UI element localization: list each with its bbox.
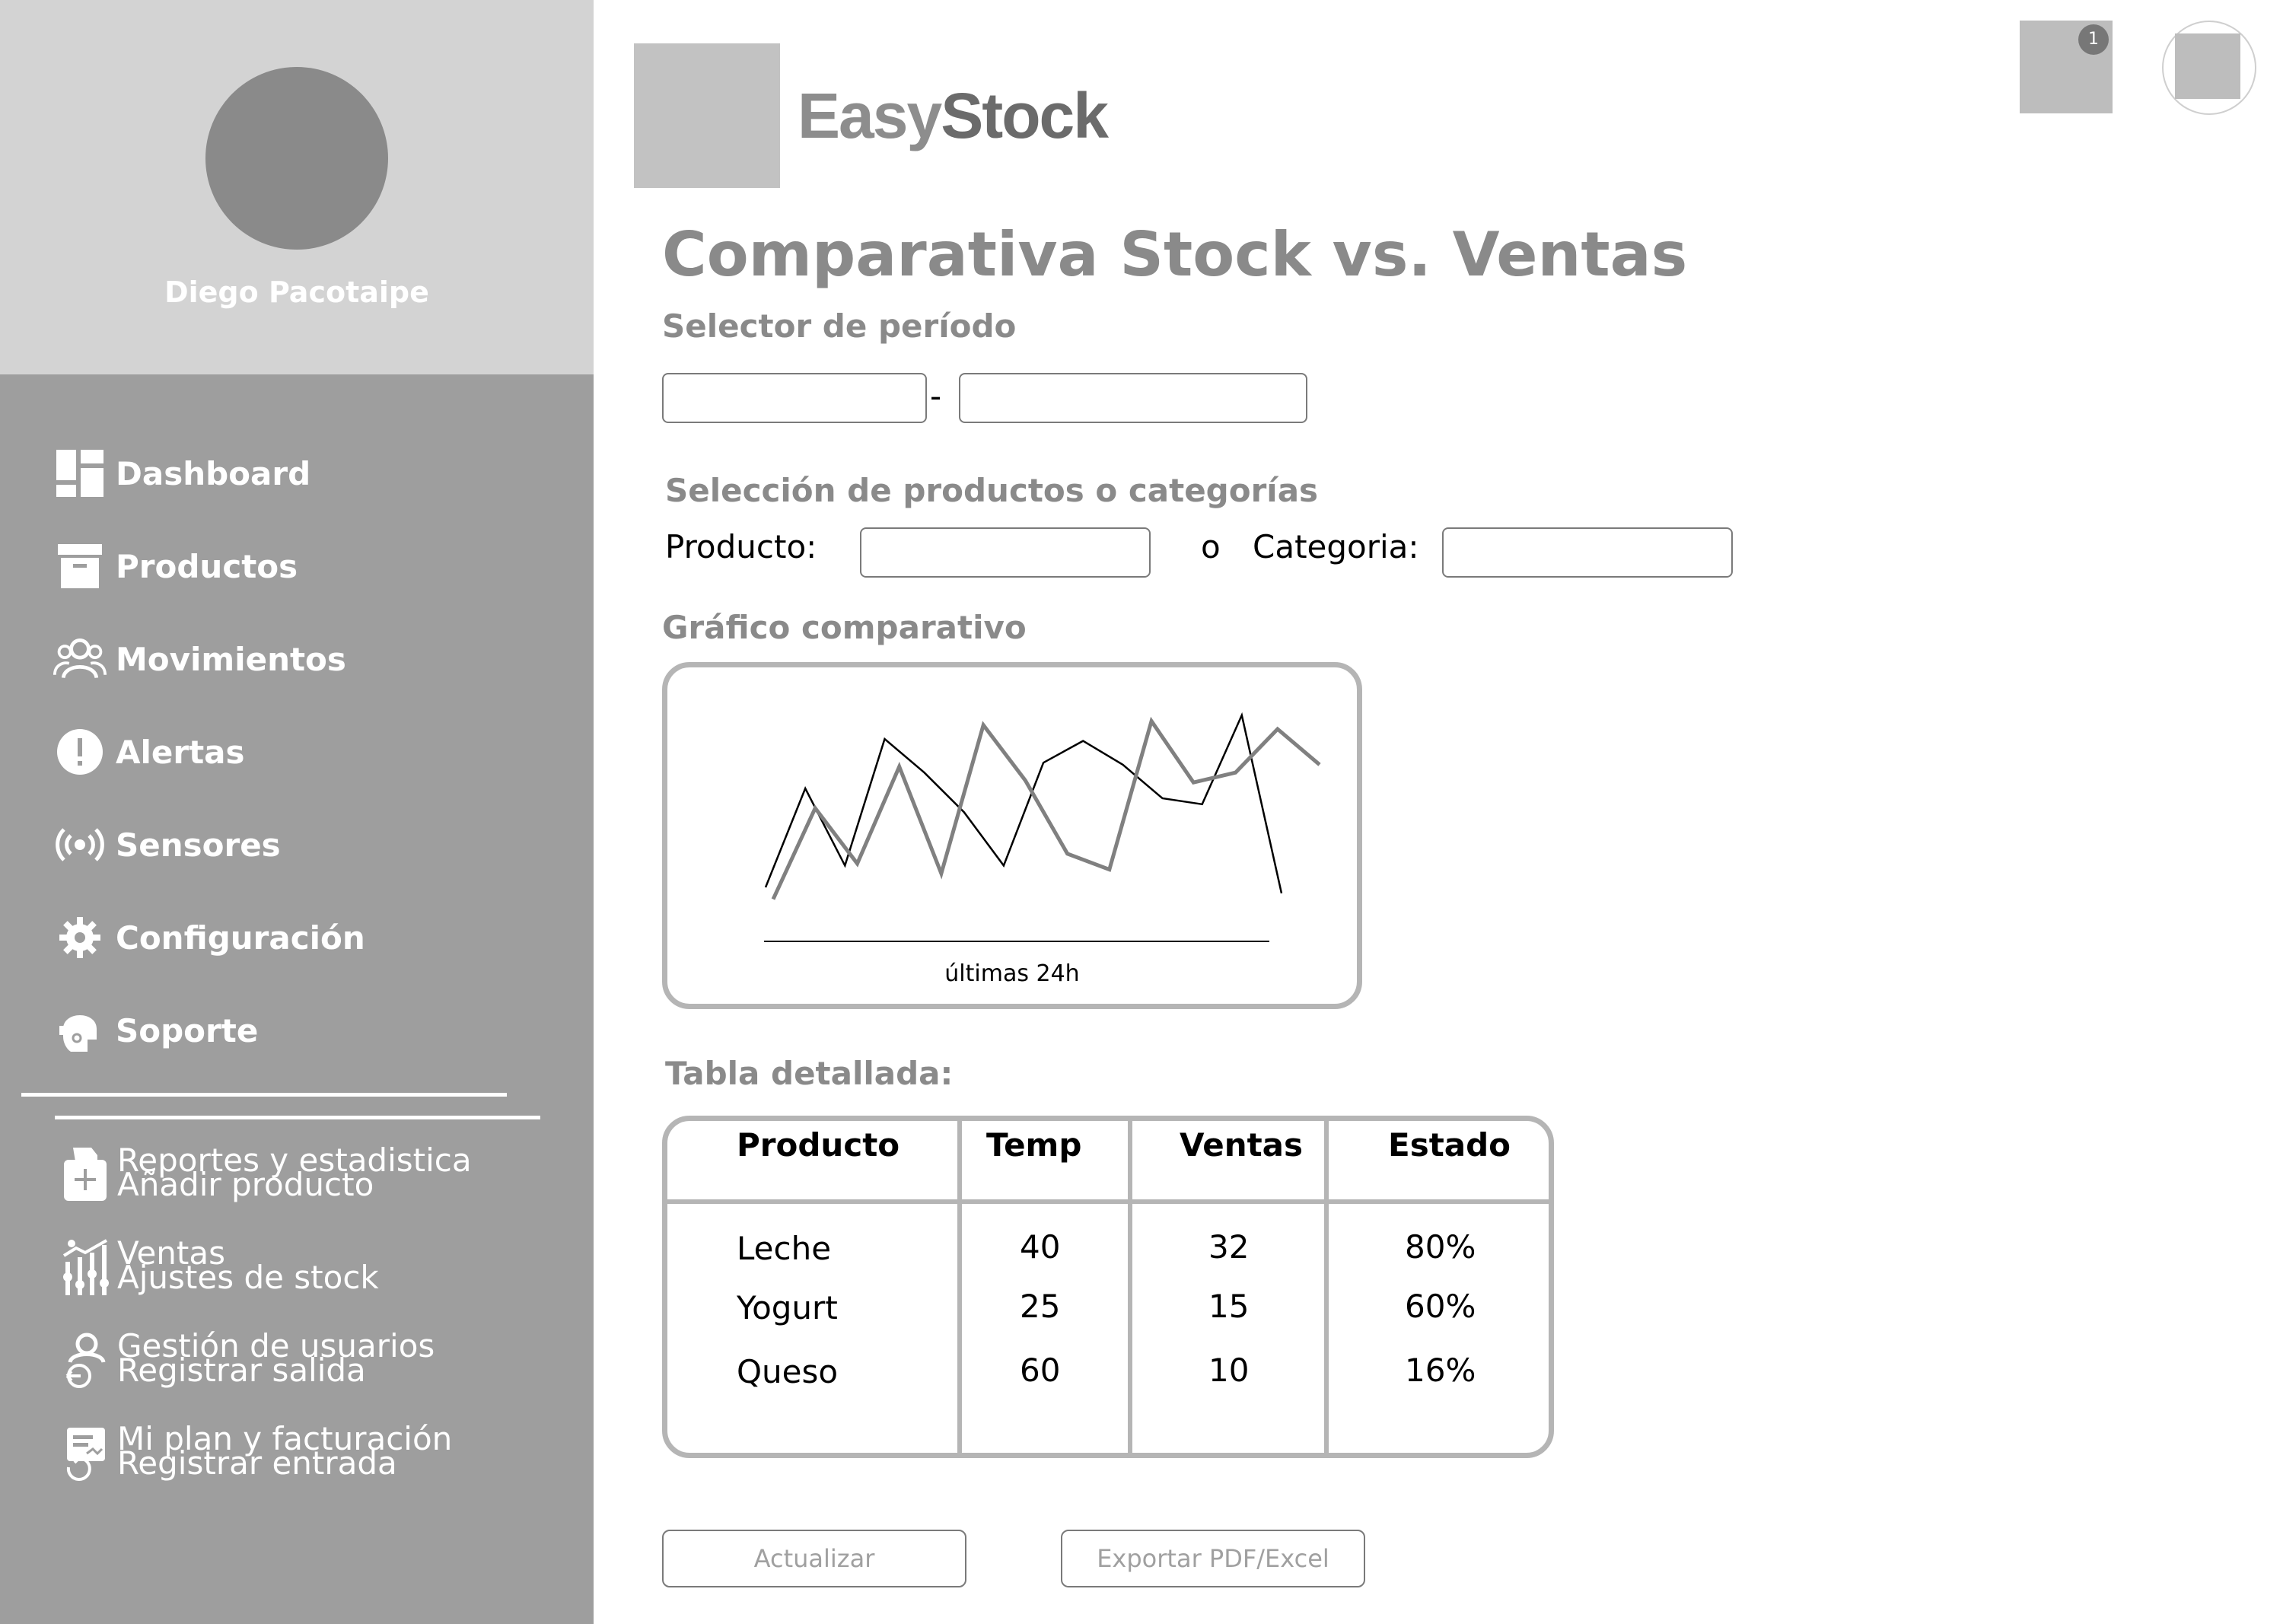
sidebar-item-ajustes-de-stock[interactable]: Ventas Ajustes de stock (61, 1234, 594, 1310)
users-icon (53, 632, 107, 686)
or-label: o (1201, 528, 1221, 565)
sidebar-item-label: Productos (116, 547, 298, 585)
sidebar-divider (21, 1093, 507, 1097)
brand-name-dark: Stock (941, 80, 1109, 151)
comparison-line-chart (764, 712, 1321, 942)
table-cell: Yogurt (737, 1289, 838, 1326)
sensor-icon (53, 818, 107, 871)
sidebar-item-productos[interactable]: Productos (53, 536, 556, 597)
sidebar-item-registrar-salida[interactable]: Gestión de usuarios Registrar salida (61, 1327, 594, 1403)
table-cell: Leche (737, 1230, 832, 1267)
sidebar-item-label: Añadir producto (117, 1166, 374, 1203)
table-column-divider (1128, 1120, 1132, 1454)
notification-badge: 1 (2078, 24, 2109, 55)
table-cell: 32 (1208, 1228, 1250, 1266)
detail-table (662, 1116, 1554, 1458)
box-icon (53, 540, 107, 593)
update-button[interactable]: Actualizar (662, 1530, 966, 1587)
table-cell: 16% (1405, 1352, 1476, 1389)
sidebar-divider (55, 1116, 540, 1119)
table-cell: 40 (1020, 1228, 1061, 1266)
dashboard-icon (53, 447, 107, 500)
sidebar-item-label: Registrar salida (117, 1352, 366, 1389)
table-cell: Queso (737, 1353, 839, 1390)
period-label: Selector de período (662, 307, 1017, 345)
alert-icon (53, 725, 107, 779)
chart-series-line-2 (771, 716, 1321, 900)
product-input[interactable] (860, 527, 1151, 578)
sidebar-item-dashboard[interactable]: Dashboard (53, 443, 556, 504)
table-header-estado: Estado (1388, 1126, 1511, 1164)
period-start-input[interactable] (662, 373, 927, 423)
selection-label: Selección de productos o categorías (665, 472, 1319, 509)
sidebar-item-label: Sensores (116, 826, 281, 864)
user-exit-icon (61, 1332, 110, 1388)
table-section-label: Tabla detallada: (665, 1055, 954, 1092)
sidebar-item-label: Registrar entrada (117, 1444, 397, 1482)
sidebar-item-label: Movimientos (116, 640, 346, 678)
sidebar-item-label: Soporte (116, 1011, 259, 1049)
sidebar-item-label: Dashboard (116, 454, 311, 492)
sidebar-item-sensores[interactable]: Sensores (53, 814, 556, 875)
table-header-divider (667, 1199, 1549, 1204)
table-header-temp: Temp (986, 1126, 1082, 1164)
category-input[interactable] (1442, 527, 1733, 578)
invoice-entry-icon (61, 1425, 110, 1481)
table-cell: 60 (1020, 1352, 1061, 1389)
sidebar-item-label: Ajustes de stock (117, 1259, 379, 1296)
sidebar-item-anadir-producto[interactable]: Reportes y estadistica Añadir producto (61, 1142, 594, 1218)
sidebar-item-configuracion[interactable]: Configuración (53, 907, 556, 968)
period-end-input[interactable] (959, 373, 1307, 423)
sidebar-item-movimientos[interactable]: Movimientos (53, 629, 556, 689)
table-header-ventas: Ventas (1180, 1126, 1304, 1164)
profile-avatar (2175, 33, 2240, 99)
chart-series-line-1 (764, 712, 1283, 894)
support-icon (53, 1004, 107, 1057)
table-cell: 15 (1208, 1288, 1250, 1325)
product-label: Producto: (665, 528, 817, 565)
sidebar-item-alertas[interactable]: Alertas (53, 721, 556, 782)
chart-section-label: Gráfico comparativo (662, 609, 1027, 646)
avatar[interactable] (205, 67, 388, 250)
table-cell: 60% (1405, 1288, 1476, 1325)
gear-icon (53, 911, 107, 964)
logo (634, 43, 780, 188)
sidebar-item-registrar-entrada[interactable]: Mi plan y facturación Registrar entrada (61, 1420, 594, 1496)
page-title: Comparativa Stock vs. Ventas (662, 219, 1688, 290)
brand-name: EasyStock (798, 79, 1109, 153)
table-header-producto: Producto (737, 1126, 900, 1164)
table-column-divider (1324, 1120, 1329, 1454)
user-name: Diego Pacotaipe (164, 275, 429, 309)
table-column-divider (957, 1120, 962, 1454)
table-cell: 25 (1020, 1288, 1061, 1325)
table-cell: 10 (1208, 1352, 1250, 1389)
chart-x-axis-label: últimas 24h (944, 960, 1080, 987)
brand-name-light: Easy (798, 80, 942, 151)
period-separator: - (930, 377, 942, 415)
sidebar-item-label: Alertas (116, 733, 245, 771)
table-cell: 80% (1405, 1228, 1476, 1266)
category-label: Categoria: (1253, 528, 1419, 565)
add-document-icon (61, 1146, 110, 1201)
sidebar-item-soporte[interactable]: Soporte (53, 1000, 556, 1061)
export-button[interactable]: Exportar PDF/Excel (1061, 1530, 1365, 1587)
adjust-chart-icon (61, 1239, 110, 1295)
sidebar-item-label: Configuración (116, 919, 365, 957)
